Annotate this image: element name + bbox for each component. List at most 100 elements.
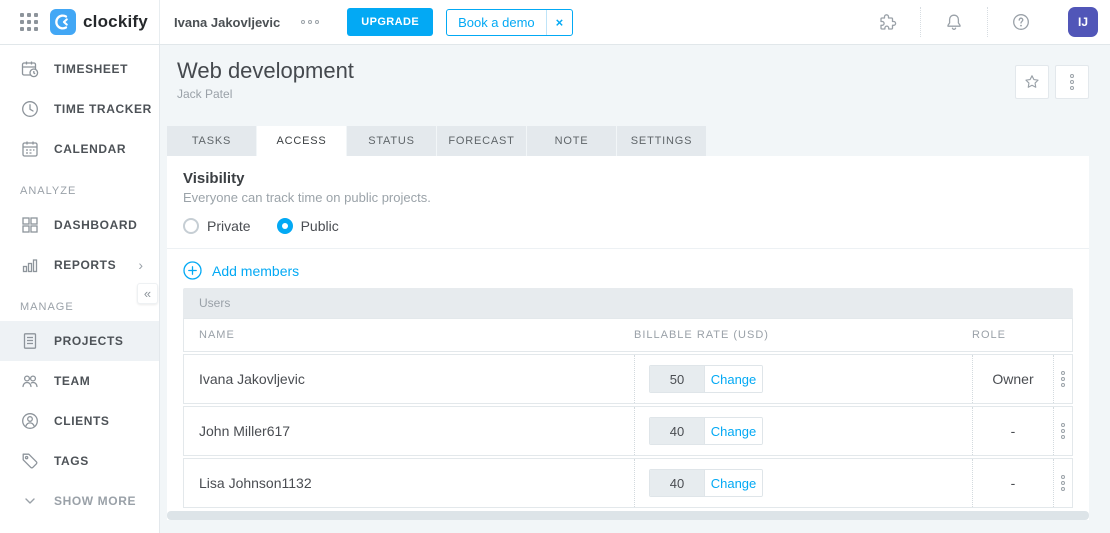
member-name: John Miller617 xyxy=(199,423,291,439)
radio-checked-icon[interactable] xyxy=(276,218,293,234)
favorite-star-button[interactable] xyxy=(1015,65,1049,99)
project-menu-button[interactable] xyxy=(1055,65,1089,99)
rate-value: 40 xyxy=(650,470,704,496)
member-role: - xyxy=(972,459,1053,507)
table-row: Lisa Johnson1132 40 Change - xyxy=(183,458,1073,508)
column-header-rate: BILLABLE RATE (USD) xyxy=(634,329,769,341)
sidebar-section-analyze: ANALYZE xyxy=(20,185,77,197)
change-rate-button[interactable]: Change xyxy=(704,418,762,444)
rate-control[interactable]: 40 Change xyxy=(649,469,763,497)
sidebar-item-tags[interactable]: TAGS xyxy=(0,441,159,481)
upgrade-button[interactable]: UPGRADE xyxy=(347,8,434,36)
kebab-menu-icon xyxy=(1061,475,1065,491)
sidebar-item-label: TAGS xyxy=(54,454,89,468)
column-header-role: ROLE xyxy=(972,329,1006,341)
plus-circle-icon xyxy=(183,261,202,280)
sidebar-item-label: TEAM xyxy=(54,374,91,388)
tab-forecast[interactable]: FORECAST xyxy=(437,126,526,156)
tab-note[interactable]: NOTE xyxy=(527,126,616,156)
rate-cell: 40 Change xyxy=(634,407,972,455)
sidebar-item-time-tracker[interactable]: TIME TRACKER xyxy=(0,89,159,129)
user-avatar[interactable]: IJ xyxy=(1068,7,1098,37)
apps-grid-icon[interactable] xyxy=(19,12,39,32)
rate-cell: 40 Change xyxy=(634,459,972,507)
projects-icon xyxy=(23,333,37,349)
sidebar-item-show-more[interactable]: SHOW MORE xyxy=(0,481,159,521)
sidebar: TIMESHEET TIME TRACKER CALENDAR ANALYZE … xyxy=(0,45,160,533)
project-tabs: TASKS ACCESS STATUS FORECAST NOTE SETTIN… xyxy=(167,126,1110,156)
change-rate-button[interactable]: Change xyxy=(704,470,762,496)
kebab-menu-icon xyxy=(1061,423,1065,439)
notifications-bell-icon[interactable] xyxy=(921,8,987,36)
sidebar-item-reports[interactable]: REPORTS › xyxy=(0,245,159,285)
member-name: Ivana Jakovljevic xyxy=(199,371,305,387)
add-members-label: Add members xyxy=(212,262,300,279)
calendar-icon xyxy=(22,141,38,157)
help-icon[interactable] xyxy=(988,8,1054,36)
tab-access[interactable]: ACCESS xyxy=(257,126,346,156)
topbar-right-icons: IJ xyxy=(854,0,1110,44)
radio-public-label: Public xyxy=(300,218,339,234)
rate-control[interactable]: 40 Change xyxy=(649,417,763,445)
radio-unchecked-icon[interactable] xyxy=(183,218,199,234)
star-icon xyxy=(1025,75,1039,88)
sidebar-item-label: CLIENTS xyxy=(54,414,110,428)
sidebar-item-projects[interactable]: PROJECTS xyxy=(0,321,159,361)
project-header: Web development Jack Patel xyxy=(161,45,1110,102)
sidebar-item-label: TIME TRACKER xyxy=(54,102,152,116)
rate-value: 40 xyxy=(650,418,704,444)
kebab-menu-icon xyxy=(1070,74,1074,90)
radio-private-label: Private xyxy=(207,218,251,234)
workspace-name[interactable]: Ivana Jakovljevic xyxy=(174,15,280,30)
rate-control[interactable]: 50 Change xyxy=(649,365,763,393)
member-role: - xyxy=(972,407,1053,455)
sidebar-item-dashboard[interactable]: DASHBOARD xyxy=(0,205,159,245)
top-bar: clockify Ivana Jakovljevic UPGRADE Book … xyxy=(0,0,1110,45)
visibility-heading: Visibility xyxy=(183,170,245,187)
sidebar-item-calendar[interactable]: CALENDAR xyxy=(0,129,159,169)
member-name: Lisa Johnson1132 xyxy=(199,475,312,491)
sidebar-section-manage: MANAGE xyxy=(20,301,74,313)
users-group-header: Users xyxy=(183,288,1073,318)
tab-status[interactable]: STATUS xyxy=(347,126,436,156)
clockify-logo[interactable]: clockify xyxy=(50,9,148,35)
rate-cell: 50 Change xyxy=(634,355,972,403)
change-rate-button[interactable]: Change xyxy=(704,366,762,392)
sidebar-item-timesheet[interactable]: TIMESHEET xyxy=(0,49,159,89)
row-menu-button[interactable] xyxy=(1053,407,1072,455)
dashboard-icon xyxy=(22,217,38,233)
sidebar-item-label: DASHBOARD xyxy=(54,218,138,232)
workspace-menu-dots-icon[interactable] xyxy=(297,16,323,28)
main-content: Web development Jack Patel TASKS ACCESS … xyxy=(161,45,1110,533)
book-demo-label[interactable]: Book a demo xyxy=(447,10,546,35)
project-client: Jack Patel xyxy=(177,87,233,101)
clock-icon xyxy=(22,101,38,117)
row-menu-button[interactable] xyxy=(1053,459,1072,507)
tags-icon xyxy=(22,453,38,469)
member-role: Owner xyxy=(972,355,1053,403)
tab-tasks[interactable]: TASKS xyxy=(167,126,256,156)
visibility-description: Everyone can track time on public projec… xyxy=(183,190,431,205)
header-actions xyxy=(1015,65,1089,99)
tab-settings[interactable]: SETTINGS xyxy=(617,126,706,156)
access-panel: Visibility Everyone can track time on pu… xyxy=(167,156,1089,520)
radio-public[interactable]: Public xyxy=(276,218,339,234)
sidebar-item-team[interactable]: TEAM xyxy=(0,361,159,401)
clients-icon xyxy=(22,413,38,429)
sidebar-item-label: TIMESHEET xyxy=(54,62,129,76)
reports-icon xyxy=(22,259,38,273)
team-icon xyxy=(22,375,38,388)
add-members-button[interactable]: Add members xyxy=(183,261,299,280)
kebab-menu-icon xyxy=(1061,371,1065,387)
sidebar-item-clients[interactable]: CLIENTS xyxy=(0,401,159,441)
horizontal-scrollbar[interactable] xyxy=(167,511,1089,520)
row-menu-button[interactable] xyxy=(1053,355,1072,403)
integrations-puzzle-icon[interactable] xyxy=(854,8,920,36)
sidebar-collapse-button[interactable]: « xyxy=(137,283,158,304)
radio-private[interactable]: Private xyxy=(183,218,251,234)
table-row: John Miller617 40 Change - xyxy=(183,406,1073,456)
section-divider xyxy=(167,248,1089,249)
table-header-row: NAME BILLABLE RATE (USD) ROLE xyxy=(183,318,1073,352)
book-demo-button[interactable]: Book a demo × xyxy=(446,8,574,36)
book-demo-close-icon[interactable]: × xyxy=(545,9,573,35)
